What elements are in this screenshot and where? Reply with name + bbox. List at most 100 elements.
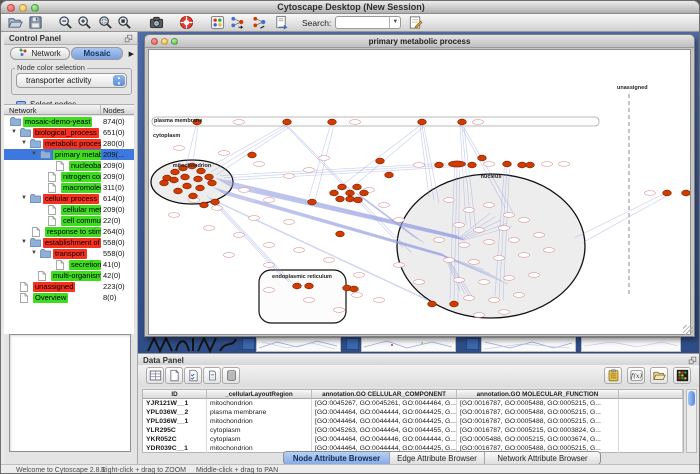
- background-window-thumbnail[interactable]: [481, 337, 576, 352]
- attribute-select-button[interactable]: [146, 367, 164, 384]
- network-window-titlebar[interactable]: primary metabolic process: [145, 35, 694, 48]
- zoom-in-button[interactable]: [76, 15, 93, 31]
- tab-overflow-arrow[interactable]: ▶: [129, 50, 134, 58]
- hide-selected-button[interactable]: [251, 15, 268, 31]
- tree-row-nitrogen-compo[interactable]: nitrogen compo209(0): [4, 171, 134, 182]
- table-scrollbar[interactable]: [686, 389, 697, 453]
- help-button[interactable]: [178, 15, 195, 31]
- disclosure-triangle-icon[interactable]: ▼: [21, 138, 27, 149]
- disclosure-triangle-icon[interactable]: ▼: [31, 149, 37, 160]
- region-label: unassigned: [617, 85, 648, 91]
- tree-row-overview[interactable]: Overview8(0): [4, 292, 134, 303]
- tree-item-count: 42(0): [103, 270, 121, 281]
- tree-header: Network Nodes: [4, 104, 134, 115]
- file-icon: [20, 293, 28, 306]
- disclosure-triangle-icon[interactable]: ▼: [21, 237, 27, 248]
- new-network-view-button[interactable]: [273, 15, 290, 31]
- graph-node: [346, 190, 355, 196]
- tree-item-label: metabolic process: [43, 139, 101, 149]
- table-row[interactable]: YLR295Ccytoplasm[GO:0045263, GO:0044464,…: [143, 426, 683, 435]
- scrollbar-thumb[interactable]: [688, 391, 695, 406]
- tab-edge-attribute-browser[interactable]: Edge Attribute Browser: [390, 452, 485, 464]
- tree-row-response-to-stimulu[interactable]: response to stimulu264(0): [4, 226, 134, 237]
- matrix-view-button[interactable]: [673, 367, 691, 384]
- graph-node: [435, 162, 444, 168]
- window-titlebar[interactable]: Cytoscape Desktop (New Session): [1, 1, 700, 14]
- tree-row-unassigned[interactable]: unassigned223(0): [4, 281, 134, 292]
- tree-row-cell-communicat[interactable]: cell communicat22(0): [4, 215, 134, 226]
- background-window-thumbnail[interactable]: [256, 337, 341, 352]
- tree-item-label: macromolecule: [61, 183, 101, 193]
- tree-row-metabolic-process[interactable]: ▼metabolic process280(0): [4, 138, 134, 149]
- chevron-down-icon[interactable]: ▼: [389, 17, 400, 28]
- notes-button[interactable]: [604, 367, 622, 384]
- node-label-pill: [224, 253, 235, 258]
- disclosure-triangle-icon[interactable]: ▼: [21, 193, 27, 204]
- search-input[interactable]: ▼: [335, 16, 401, 29]
- compartment-label: endoplasmic reticulum: [272, 274, 332, 280]
- vizmapper-button[interactable]: [209, 15, 226, 31]
- table-cell: cytoplasm: [207, 435, 312, 444]
- tree-row-primary-metabolic[interactable]: ▼primary metabolic209(...: [4, 149, 134, 160]
- resize-grip[interactable]: [683, 325, 693, 335]
- tab-network[interactable]: Network: [10, 47, 70, 60]
- tree-item-label: biological_process: [33, 128, 99, 138]
- zoom-out-icon: [58, 15, 73, 30]
- column-header-annotation.GO CELLULAR_COMPONENT[interactable]: annotation.GO CELLULAR_COMPONENT: [312, 390, 457, 399]
- column-header-extra[interactable]: [619, 390, 683, 399]
- background-window-icon: [242, 338, 255, 350]
- column-header-annotation.GO MOLECULAR_FUNCTION[interactable]: annotation.GO MOLECULAR_FUNCTION: [457, 390, 619, 399]
- tree-row-cellular-metabol[interactable]: cellular metabol209(0): [4, 204, 134, 215]
- tree-row-multi-organism-pro[interactable]: multi-organism pro42(0): [4, 270, 134, 281]
- node-label-pill: [444, 258, 455, 263]
- tree-row-nucleobase-[interactable]: nucleobase-209(0): [4, 160, 134, 171]
- attribute-compact-button[interactable]: [203, 367, 221, 384]
- export-snapshot-button[interactable]: [148, 15, 165, 31]
- open-session-button[interactable]: [7, 15, 24, 31]
- attribute-check-button[interactable]: [184, 367, 202, 384]
- birds-eye-view[interactable]: [9, 334, 131, 452]
- tree-item-count: 223(0): [103, 281, 125, 292]
- node-label-pill: [379, 203, 390, 208]
- attribute-new-icon: [168, 369, 181, 382]
- tab-mosaic[interactable]: Mosaic: [71, 47, 123, 60]
- attribute-delete-button[interactable]: [222, 367, 240, 384]
- tab-node-attribute-browser[interactable]: Node Attribute Browser: [284, 452, 390, 464]
- network-canvas[interactable]: plasma membranecytoplasmunassignedmitoch…: [148, 49, 691, 335]
- column-header-ID[interactable]: ID: [143, 390, 207, 399]
- zoom-selected-button[interactable]: [97, 15, 114, 31]
- zoom-fit-button[interactable]: [116, 15, 133, 31]
- save-session-button[interactable]: [27, 15, 44, 31]
- search-label: Search:: [302, 18, 331, 28]
- annotation-button[interactable]: [407, 15, 424, 31]
- node-color-dropdown[interactable]: transporter activity ▲▼: [16, 73, 127, 88]
- attribute-new-button[interactable]: [165, 367, 183, 384]
- disclosure-triangle-icon[interactable]: ▼: [11, 127, 17, 138]
- table-row[interactable]: YPL036W__1mitochondrion[GO:0044464, GO:0…: [143, 417, 683, 426]
- tree-row-biological-process[interactable]: ▼biological_process651(0): [4, 127, 134, 138]
- table-row[interactable]: YPL036W__2plasma membrane[GO:0044464, GO…: [143, 408, 683, 417]
- tree-row-macromolecule[interactable]: macromolecule311(0): [4, 182, 134, 193]
- dropdown-stepper-icon[interactable]: ▲▼: [113, 75, 125, 86]
- tree-row-cellular-process[interactable]: ▼cellular process614(0): [4, 193, 134, 204]
- disclosure-triangle-icon[interactable]: ▼: [31, 248, 37, 259]
- graph-node: [346, 196, 355, 202]
- graph-node: [293, 283, 302, 289]
- table-row[interactable]: YJR121W__1mitochondrion[GO:0045267, GO:0…: [143, 399, 683, 408]
- import-attributes-button[interactable]: [650, 367, 668, 384]
- column-header-_cellularLayoutRegion[interactable]: _cellularLayoutRegion: [207, 390, 312, 399]
- tree-row-transport[interactable]: ▼transport558(0): [4, 248, 134, 259]
- tab-network-attribute-browser[interactable]: Network Attribute Browser: [485, 452, 600, 464]
- tree-item-count: 209(...: [103, 149, 124, 160]
- tree-row-mosaic-demo-yeast[interactable]: mosaic-demo-yeast874(0): [4, 116, 134, 127]
- select-first-neighbors-button[interactable]: [229, 15, 246, 31]
- function-builder-button[interactable]: [627, 367, 645, 384]
- tree-row-secretion[interactable]: secretion41(0): [4, 259, 134, 270]
- table-row[interactable]: YKR052Ccytoplasm[GO:0044464, GO:0044446,…: [143, 435, 683, 444]
- background-window-thumbnail[interactable]: [361, 337, 456, 352]
- background-window-thumbnail[interactable]: [581, 337, 681, 352]
- tree-row-establishment-of-lo[interactable]: ▼establishment of lo558(0): [4, 237, 134, 248]
- node-label-pill: [352, 293, 363, 298]
- zoom-out-button[interactable]: [57, 15, 74, 31]
- tree-item-count: 558(0): [103, 248, 125, 259]
